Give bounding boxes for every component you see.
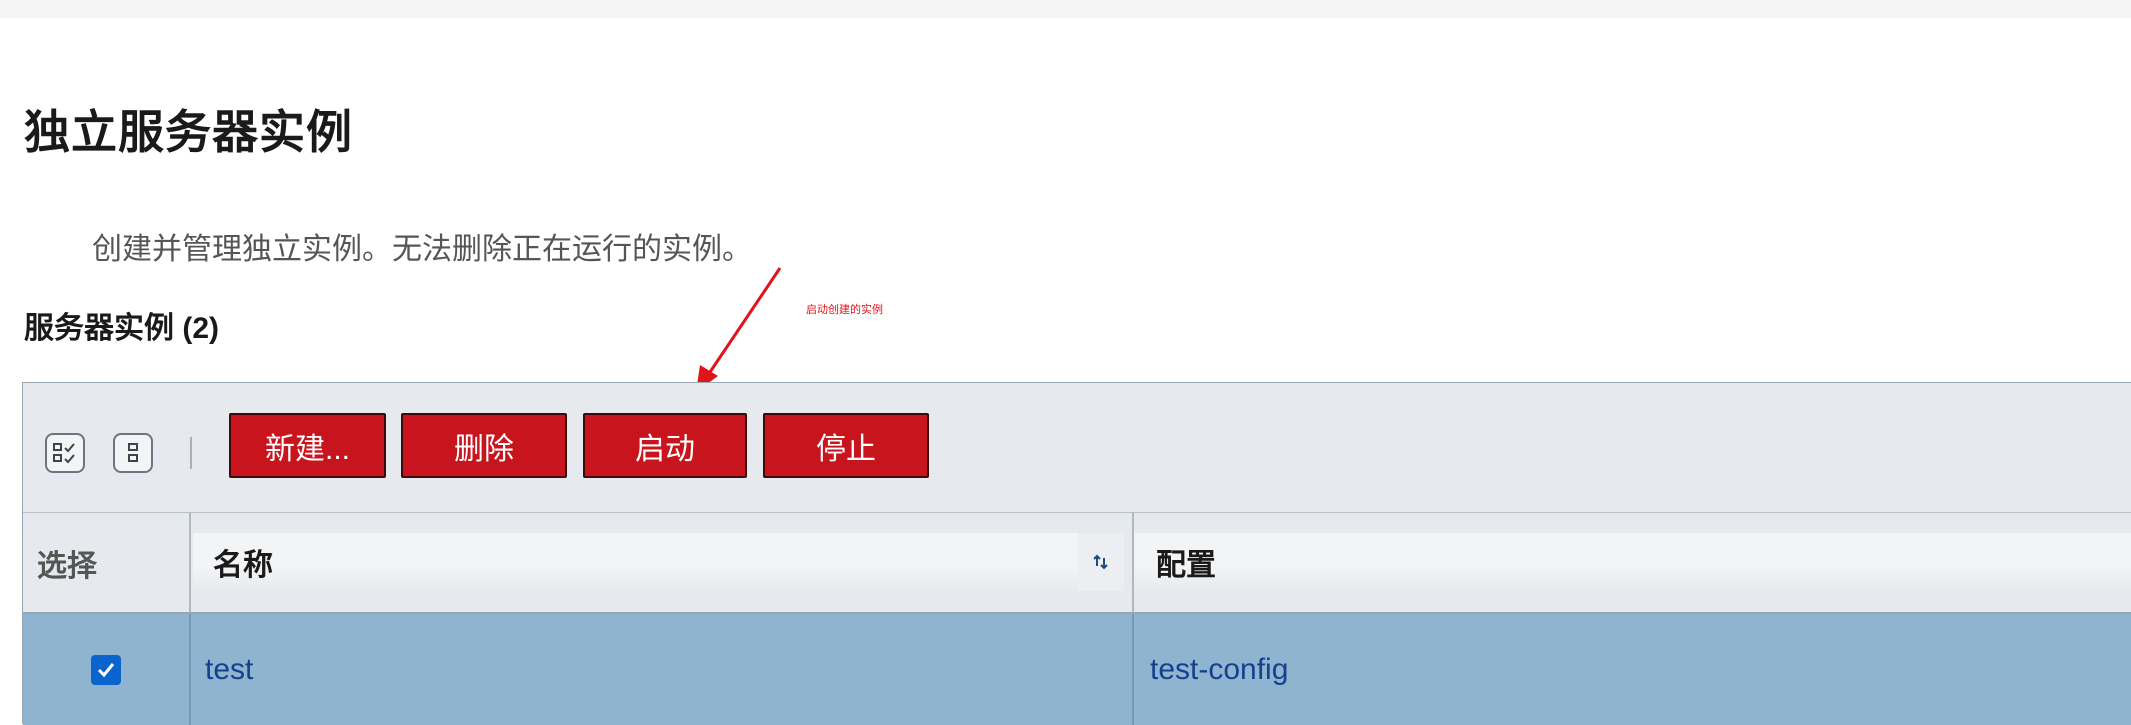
page-title: 独立服务器实例	[24, 106, 353, 158]
select-all-icon	[52, 441, 78, 465]
toolbar: 新建... 删除 启动 停止	[23, 383, 2131, 513]
section-title: 服务器实例 (2)	[24, 312, 219, 345]
select-all-button[interactable]	[45, 433, 85, 473]
checkmark-icon	[97, 662, 115, 677]
row-checkbox[interactable]	[91, 654, 121, 685]
table-row[interactable]: test test-config	[23, 614, 2131, 725]
toolbar-separator	[190, 437, 192, 469]
instance-config-link[interactable]: test-config	[1150, 614, 1288, 725]
stop-button[interactable]: 停止	[763, 413, 929, 478]
start-button[interactable]: 启动	[583, 413, 747, 478]
annotation-label: 启动创建的实例	[806, 304, 883, 316]
sort-icon[interactable]	[1078, 533, 1124, 591]
cell-divider	[1132, 614, 1134, 725]
column-header-config[interactable]: 配置	[1134, 533, 2131, 591]
page-description: 创建并管理独立实例。无法删除正在运行的实例。	[92, 233, 752, 266]
top-bar	[0, 0, 2131, 18]
table-header: 选择 名称 配置	[23, 513, 2131, 614]
column-header-name[interactable]: 名称	[193, 533, 1124, 591]
deselect-all-button[interactable]	[113, 433, 153, 473]
instances-panel: 新建... 删除 启动 停止 选择 名称 配置 test test-config	[22, 382, 2131, 725]
column-header-select: 选择	[23, 513, 191, 612]
new-button[interactable]: 新建...	[229, 413, 386, 478]
delete-button[interactable]: 删除	[401, 413, 567, 478]
instance-name-link[interactable]: test	[205, 614, 253, 725]
row-select-cell	[23, 614, 191, 725]
deselect-all-icon	[124, 441, 142, 465]
